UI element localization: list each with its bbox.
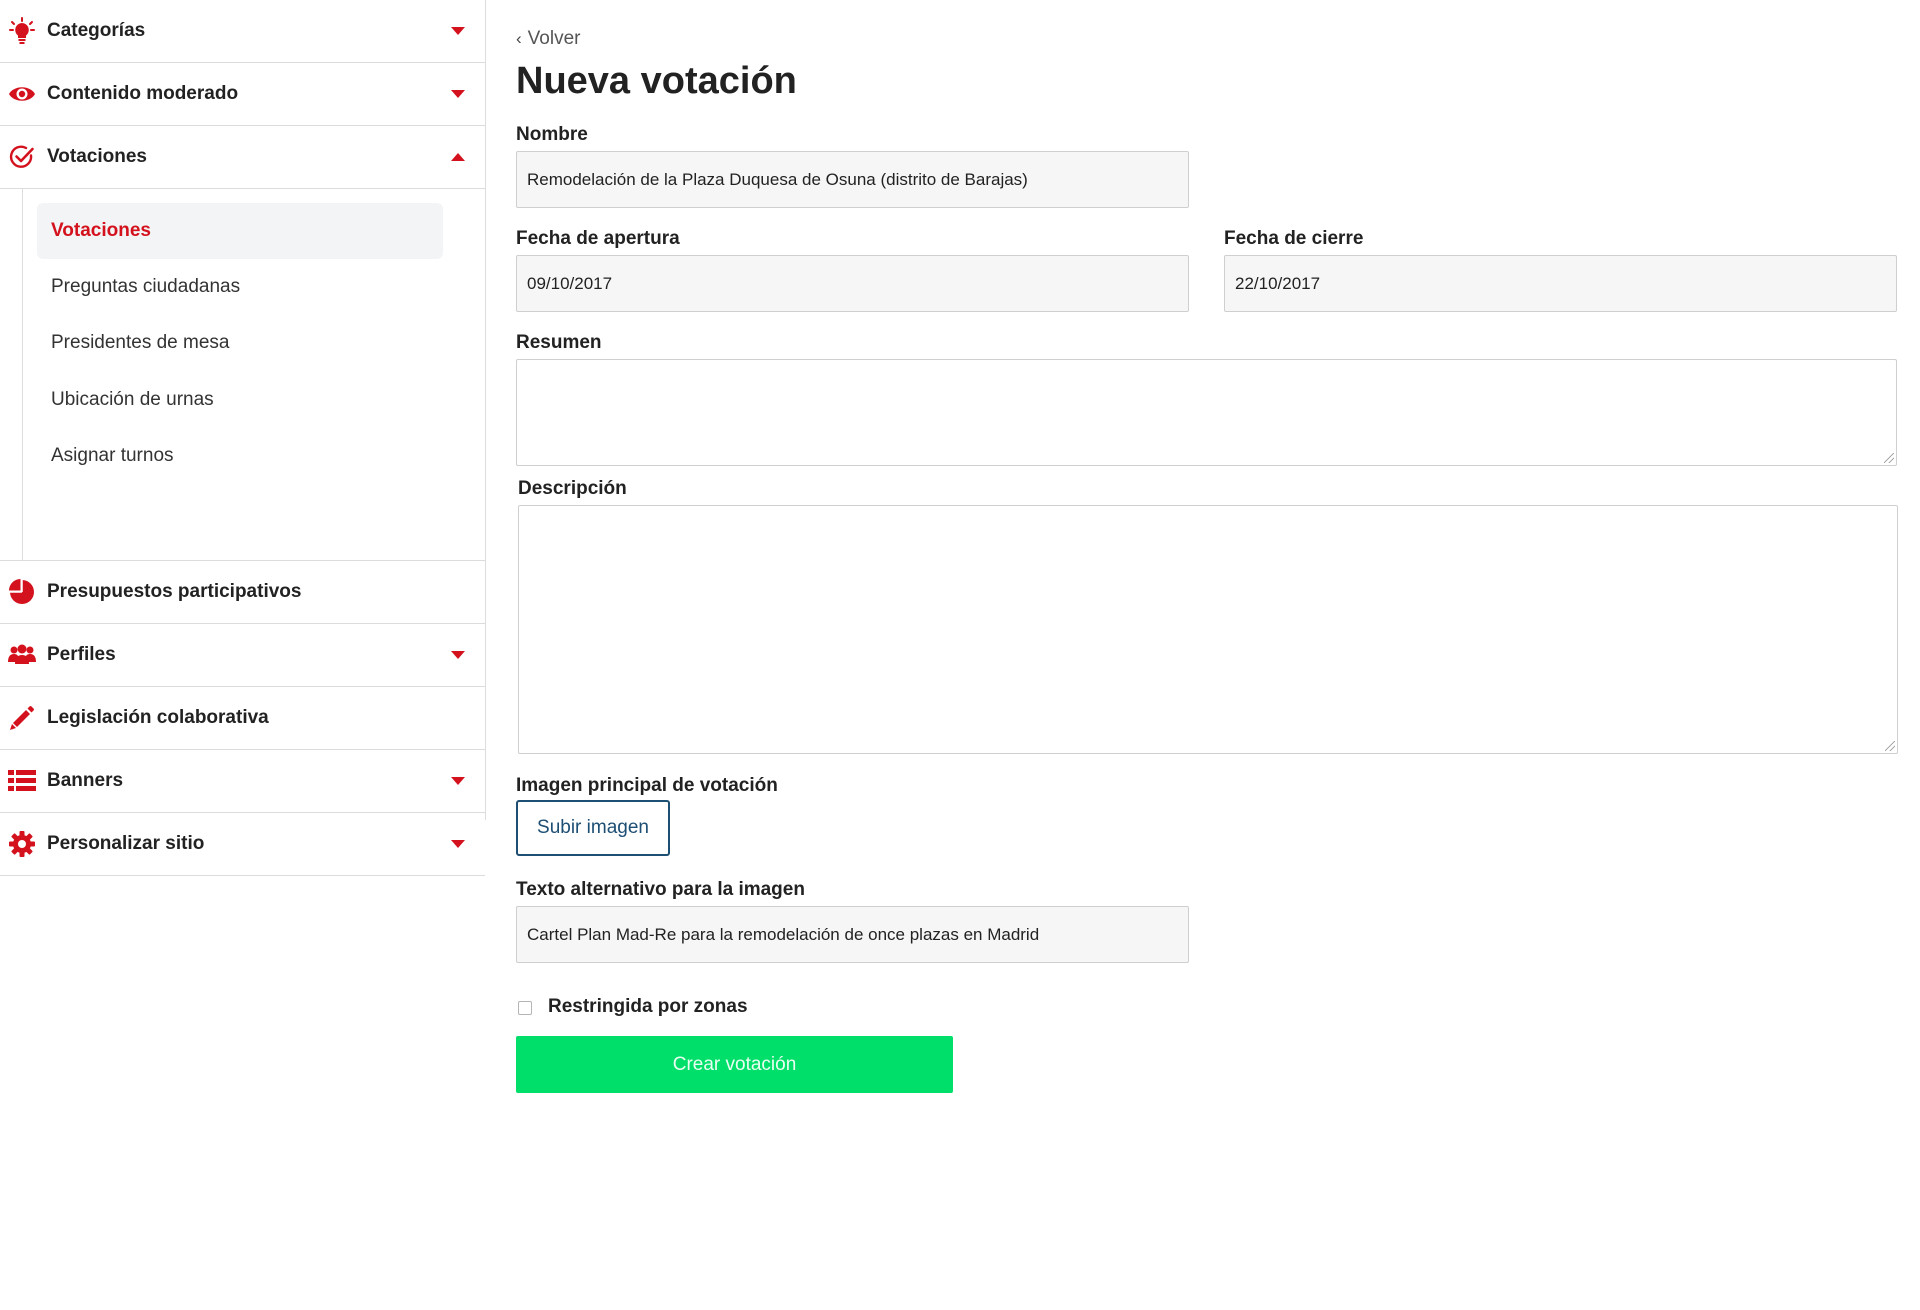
sidebar-item-label: Categorías <box>47 20 146 41</box>
end-date-label: Fecha de cierre <box>1224 228 1364 249</box>
lightbulb-icon <box>8 17 36 45</box>
chevron-up-icon <box>451 153 465 161</box>
eye-icon <box>8 80 36 108</box>
list-icon <box>8 767 36 795</box>
chevron-down-icon <box>451 840 465 848</box>
submenu-item-label: Asignar turnos <box>51 445 174 466</box>
start-date-input[interactable]: 09/10/2017 <box>516 255 1189 312</box>
sidebar-item-contenido-moderado[interactable]: Contenido moderado <box>0 63 485 126</box>
votaciones-submenu: Votaciones Preguntas ciudadanas Presiden… <box>0 189 485 561</box>
sidebar-item-label: Personalizar sitio <box>47 833 205 854</box>
create-poll-button[interactable]: Crear votación <box>516 1036 953 1093</box>
sidebar-item-legislacion[interactable]: Legislación colaborativa <box>0 687 485 750</box>
description-textarea[interactable] <box>518 505 1898 754</box>
sidebar-item-label: Perfiles <box>47 644 116 665</box>
submenu-item-label: Presidentes de mesa <box>51 332 230 353</box>
chevron-down-icon <box>451 90 465 98</box>
resize-handle-icon[interactable] <box>1885 741 1895 751</box>
chevron-down-icon <box>451 27 465 35</box>
chevron-left-icon: ‹ <box>516 29 522 48</box>
name-input[interactable]: Remodelación de la Plaza Duquesa de Osun… <box>516 151 1189 208</box>
sidebar-item-label: Votaciones <box>47 146 147 167</box>
submenu-item-label: Votaciones <box>51 220 151 241</box>
restricted-checkbox[interactable] <box>518 1001 532 1015</box>
sidebar-item-perfiles[interactable]: Perfiles <box>0 624 485 687</box>
page-title: Nueva votación <box>516 60 797 102</box>
description-label: Descripción <box>518 478 627 499</box>
summary-textarea[interactable] <box>516 359 1897 466</box>
submenu-item-preguntas-ciudadanas[interactable]: Preguntas ciudadanas <box>37 259 443 315</box>
restricted-checkbox-label[interactable]: Restringida por zonas <box>548 996 748 1018</box>
admin-sidebar: Categorías Contenido moderado Votaciones… <box>0 0 486 876</box>
upload-image-button[interactable]: Subir imagen <box>516 800 670 856</box>
sidebar-item-banners[interactable]: Banners <box>0 750 485 813</box>
submenu-rail <box>22 189 23 560</box>
start-date-label: Fecha de apertura <box>516 228 680 249</box>
sidebar-item-categorias[interactable]: Categorías <box>0 0 485 63</box>
summary-label: Resumen <box>516 332 602 353</box>
submenu-item-ubicacion-de-urnas[interactable]: Ubicación de urnas <box>37 372 443 428</box>
sidebar-item-label: Legislación colaborativa <box>47 707 269 728</box>
resize-handle-icon[interactable] <box>1884 453 1894 463</box>
alt-text-label: Texto alternativo para la imagen <box>516 879 805 900</box>
sidebar-item-presupuestos[interactable]: Presupuestos participativos <box>0 561 485 624</box>
gear-icon <box>8 830 36 858</box>
sidebar-item-label: Banners <box>47 770 124 791</box>
users-icon <box>8 641 36 669</box>
sidebar-item-votaciones[interactable]: Votaciones <box>0 126 485 189</box>
submenu-item-votaciones[interactable]: Votaciones <box>37 203 443 259</box>
submenu-item-presidentes-de-mesa[interactable]: Presidentes de mesa <box>37 315 443 371</box>
submenu-item-label: Ubicación de urnas <box>51 389 214 410</box>
alt-text-input[interactable]: Cartel Plan Mad-Re para la remodelación … <box>516 906 1189 963</box>
submenu-item-asignar-turnos[interactable]: Asignar turnos <box>37 428 443 484</box>
chevron-down-icon <box>451 651 465 659</box>
name-label: Nombre <box>516 124 588 145</box>
sidebar-item-personalizar-sitio[interactable]: Personalizar sitio <box>0 813 485 876</box>
pie-chart-icon <box>8 578 36 606</box>
check-circle-icon <box>8 143 36 171</box>
sidebar-item-label: Presupuestos participativos <box>47 581 302 602</box>
image-label: Imagen principal de votación <box>516 775 778 796</box>
submenu-item-label: Preguntas ciudadanas <box>51 276 241 297</box>
sidebar-item-label: Contenido moderado <box>47 83 239 104</box>
page: Categorías Contenido moderado Votaciones… <box>0 0 1920 1310</box>
pencil-icon <box>8 704 36 732</box>
back-link-label: Volver <box>527 28 581 49</box>
back-link[interactable]: ‹ Volver <box>516 28 580 50</box>
end-date-input[interactable]: 22/10/2017 <box>1224 255 1897 312</box>
chevron-down-icon <box>451 777 465 785</box>
main-content: ‹ Volver Nueva votación Nombre Remodelac… <box>516 0 1898 1310</box>
